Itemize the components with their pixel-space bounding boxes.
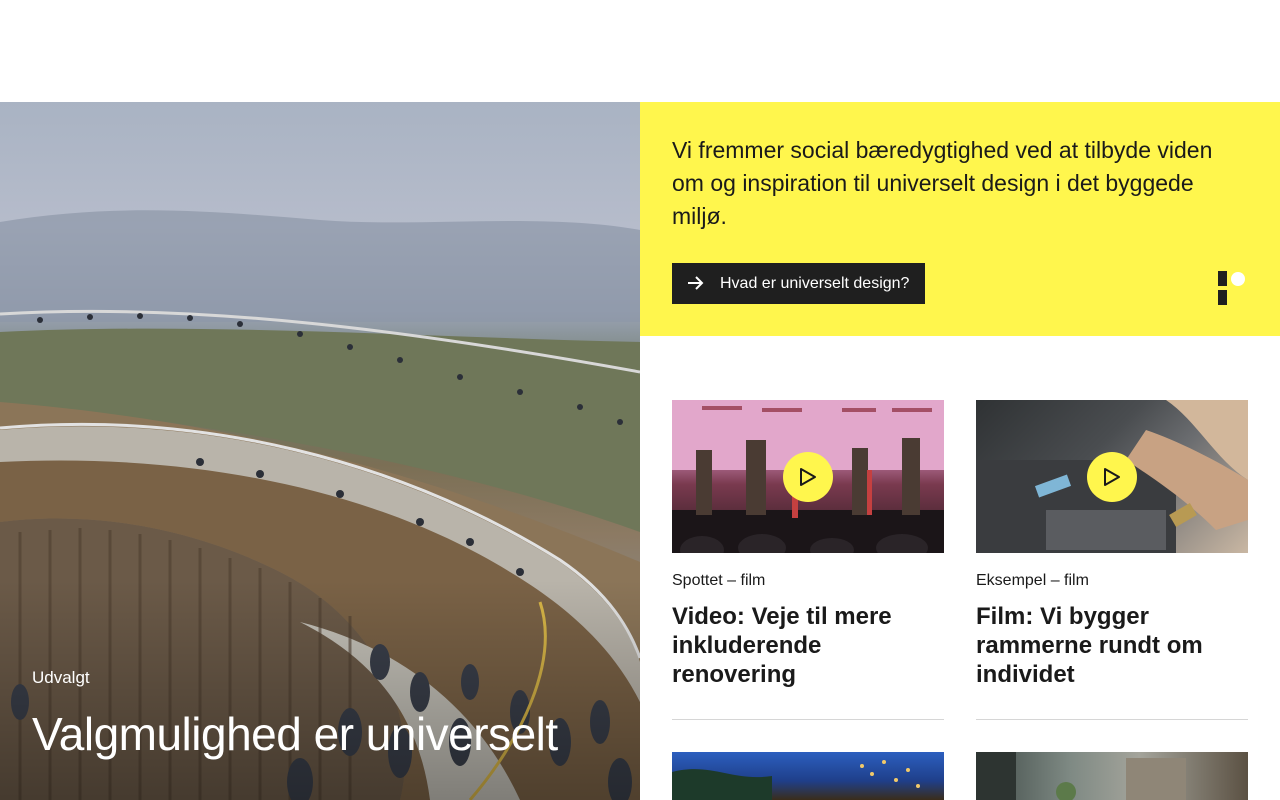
article-card[interactable]: Spottet – film Video: Veje til mere inkl… [672,400,944,720]
arrow-right-icon [688,276,704,290]
play-button[interactable] [783,452,833,502]
hero-title[interactable]: Valgmulighed er universelt [32,710,592,758]
play-icon [1104,468,1120,486]
mission-panel: Vi fremmer social bæredygtighed ved at t… [640,102,1280,336]
card-title[interactable]: Film: Vi bygger rammerne rundt om indivi… [976,602,1248,689]
hero-gradient [0,580,640,800]
logo-mark-icon [1218,271,1245,305]
card-title[interactable]: Video: Veje til mere inkluderende renove… [672,602,944,689]
interior-scene [976,752,1186,800]
card-divider [672,719,944,720]
play-button[interactable] [1087,452,1137,502]
article-card[interactable]: Eksempel – film Film: Vi bygger rammerne… [976,400,1248,720]
card-thumbnail[interactable] [672,752,944,800]
card-divider [976,719,1248,720]
site-header [0,0,1280,102]
card-meta: Eksempel – film [976,572,1089,589]
night-scene [672,760,920,800]
play-icon [800,468,816,486]
hero-category: Udvalgt [32,668,90,687]
card-thumbnail[interactable] [976,752,1248,800]
mission-statement: Vi fremmer social bæredygtighed ved at t… [672,137,1213,229]
featured-article[interactable]: Udvalgt Valgmulighed er universelt [0,102,640,800]
universal-design-button[interactable]: Hvad er universelt design? [672,263,926,304]
card-meta: Spottet – film [672,572,766,589]
card-thumbnail[interactable] [672,400,944,553]
card-thumbnail[interactable] [976,400,1248,553]
universal-design-button-label: Hvad er universelt design? [720,275,910,292]
